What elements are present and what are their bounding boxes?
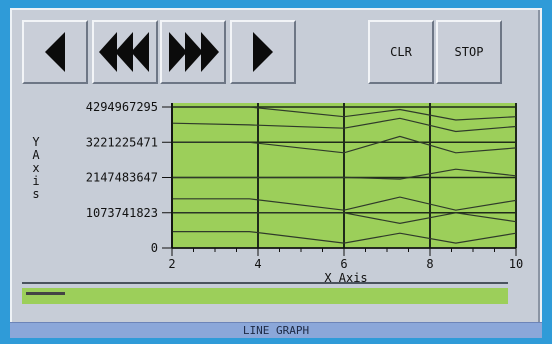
y-tick-label: 1073741823: [86, 206, 158, 220]
y-tick-label: 4294967295: [86, 100, 158, 114]
y-tick-label: 3221225471: [86, 135, 158, 149]
x-tick-label: 4: [254, 257, 261, 271]
y-tick-label: 0: [151, 241, 158, 255]
status-label: LINE GRAPH: [242, 324, 310, 337]
progress-track-line: [22, 282, 508, 284]
x-tick-label: 8: [426, 257, 433, 271]
status-bar: LINE GRAPH: [10, 322, 542, 338]
y-tick-label: 2147483647: [86, 171, 158, 185]
y-axis-label-char: A: [32, 148, 40, 162]
y-axis-label-char: Y: [32, 135, 40, 149]
x-tick-label: 2: [168, 257, 175, 271]
x-tick-label: 10: [509, 257, 523, 271]
x-tick-label: 6: [340, 257, 347, 271]
progress-bar: [22, 288, 508, 304]
y-axis-label-char: i: [32, 174, 39, 188]
progress-fill: [26, 292, 65, 295]
y-axis-label-char: s: [32, 187, 39, 201]
y-axis-label-char: x: [32, 161, 39, 175]
progress-track: [22, 282, 508, 304]
